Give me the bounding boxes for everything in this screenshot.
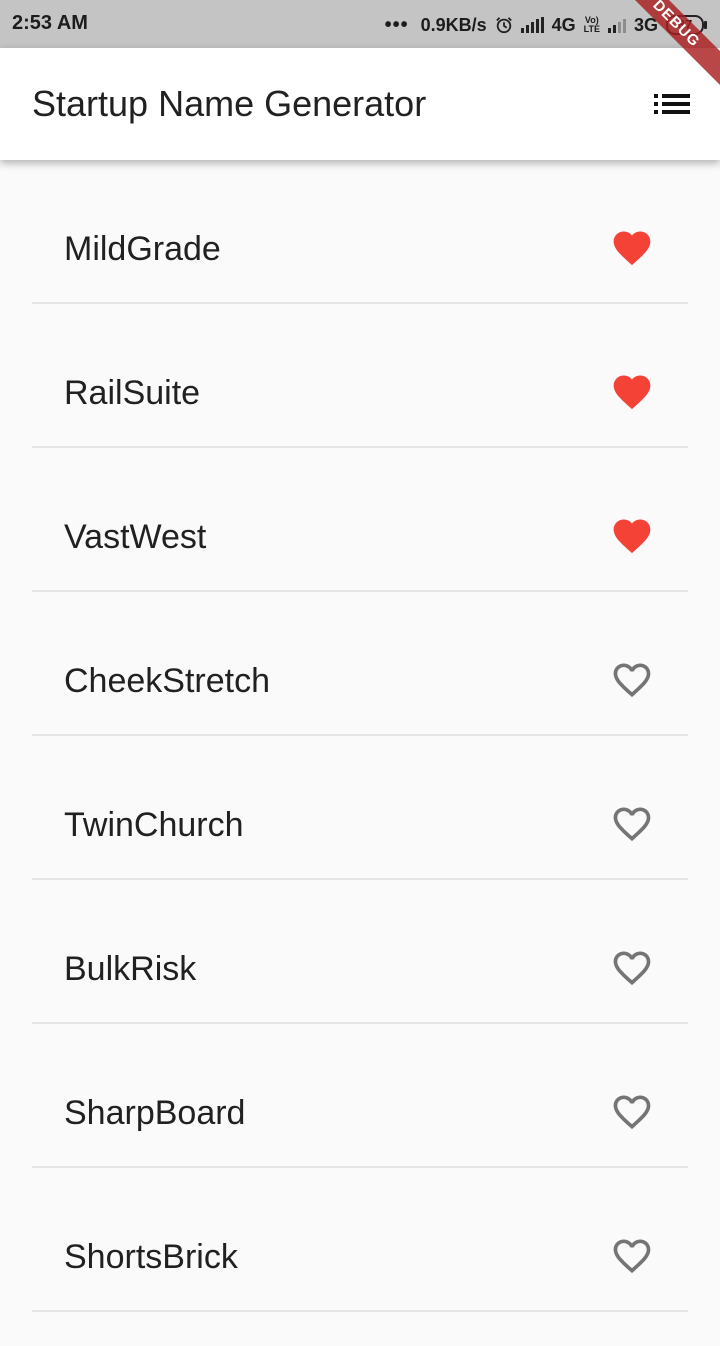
more-notifications-icon: ••• [384, 13, 409, 36]
signal-strength-2-icon [607, 17, 626, 33]
divider [32, 1310, 688, 1312]
list-item[interactable]: SharpBoard [0, 1024, 720, 1168]
list-item[interactable]: RailSuite [0, 304, 720, 448]
volte-icon: Vo) LTE [584, 16, 600, 34]
alarm-icon [495, 17, 512, 34]
status-bar: 2:53 AM ••• 0.9KB/s 4G Vo) LTE 3G 87 [0, 0, 720, 48]
network-type-4g: 4G [551, 14, 576, 35]
list-item[interactable]: MildGrade [0, 160, 720, 304]
list-item[interactable]: BulkRisk [0, 880, 720, 1024]
favorite-icon[interactable] [608, 514, 656, 558]
startup-name-label: ShortsBrick [64, 1238, 238, 1276]
network-speed: 0.9KB/s [420, 14, 487, 35]
favorite-icon[interactable] [608, 370, 656, 414]
list-icon[interactable] [648, 86, 696, 122]
list-item[interactable]: VastWest [0, 448, 720, 592]
status-time: 2:53 AM [12, 12, 88, 34]
volte-bottom-label: LTE [583, 24, 600, 34]
list-item[interactable]: CheekStretch [0, 592, 720, 736]
favorite-border-icon[interactable] [608, 658, 656, 702]
favorite-border-icon[interactable] [608, 1090, 656, 1134]
favorite-icon[interactable] [608, 226, 656, 270]
favorite-border-icon[interactable] [608, 946, 656, 990]
favorite-border-icon[interactable] [608, 1234, 656, 1278]
app-bar: Startup Name Generator [0, 48, 720, 160]
favorite-border-icon[interactable] [608, 802, 656, 846]
signal-strength-icon [520, 17, 544, 33]
startup-name-list: MildGrade RailSuite VastWest CheekStretch Tw… [0, 160, 720, 1312]
list-item[interactable]: ShortsBrick [0, 1168, 720, 1312]
page-title: Startup Name Generator [32, 83, 427, 124]
list-item[interactable]: TwinChurch [0, 736, 720, 880]
